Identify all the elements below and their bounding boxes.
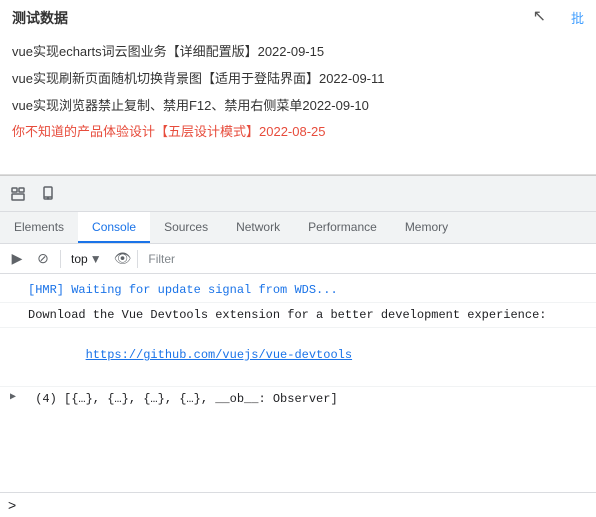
console-filter-input[interactable] (148, 252, 590, 266)
eye-icon[interactable]: 👁 (114, 250, 132, 267)
devtools-tabs: Elements Console Sources Network Perform… (0, 212, 596, 244)
tab-memory[interactable]: Memory (391, 212, 462, 243)
dropdown-arrow-icon: ▼ (90, 252, 102, 266)
list-item[interactable]: vue实现刷新页面随机切换背景图【适用于登陆界面】2022-09-11 (12, 69, 584, 90)
article-link-1[interactable]: vue实现echarts词云图业务【详细配置版】2022-09-15 (12, 44, 324, 59)
expand-arrow-icon: ▶ (10, 390, 16, 405)
article-link-2[interactable]: vue实现刷新页面随机切换背景图【适用于登陆界面】2022-09-11 (12, 71, 385, 86)
console-area: ▶ ⊘ top ▼ 👁 [HMR] Waiting for update sig… (0, 244, 596, 517)
batch-link[interactable]: 批 (571, 8, 584, 27)
tab-elements[interactable]: Elements (0, 212, 78, 243)
devtools-toolbar (0, 176, 596, 212)
console-chevron-icon: > (8, 497, 16, 513)
console-message-2: Download the Vue Devtools extension for … (0, 303, 596, 328)
console-play-button[interactable]: ▶ (6, 248, 28, 270)
console-context-selector[interactable]: top ▼ (67, 250, 106, 268)
page-title: 测试数据 (0, 0, 596, 36)
article-list: vue实现echarts词云图业务【详细配置版】2022-09-15 vue实现… (0, 36, 596, 155)
context-label: top (71, 252, 88, 266)
console-message-expandable[interactable]: ▶ (4) [{…}, {…}, {…}, {…}, __ob__: Obser… (0, 387, 596, 411)
tab-performance[interactable]: Performance (294, 212, 391, 243)
page-area: 测试数据 ↖ 批 vue实现echarts词云图业务【详细配置版】2022-09… (0, 0, 596, 175)
list-item[interactable]: vue实现浏览器禁止复制、禁用F12、禁用右侧菜单2022-09-10 (12, 96, 584, 117)
console-filter-bar: ▶ ⊘ top ▼ 👁 (0, 244, 596, 274)
console-prompt: > (0, 492, 596, 517)
inspect-element-button[interactable] (4, 180, 32, 208)
tab-network[interactable]: Network (222, 212, 294, 243)
divider (137, 250, 138, 268)
article-link-3[interactable]: vue实现浏览器禁止复制、禁用F12、禁用右侧菜单2022-09-10 (12, 98, 369, 113)
console-ban-button[interactable]: ⊘ (32, 248, 54, 270)
tab-console[interactable]: Console (78, 212, 150, 243)
divider (60, 250, 61, 268)
list-item[interactable]: vue实现echarts词云图业务【详细配置版】2022-09-15 (12, 42, 584, 63)
console-input[interactable] (22, 498, 588, 512)
list-item[interactable]: 你不知道的产品体验设计【五层设计模式】2022-08-25 (12, 122, 584, 143)
console-messages: [HMR] Waiting for update signal from WDS… (0, 274, 596, 492)
devtools-panel: Elements Console Sources Network Perform… (0, 175, 596, 517)
expandable-text: (4) [{…}, {…}, {…}, {…}, __ob__: Observe… (28, 392, 338, 406)
device-toggle-button[interactable] (34, 180, 62, 208)
article-link-4[interactable]: 你不知道的产品体验设计【五层设计模式】2022-08-25 (12, 124, 326, 139)
console-message-link: https://github.com/vuejs/vue-devtools (0, 328, 596, 387)
vue-devtools-link[interactable]: https://github.com/vuejs/vue-devtools (86, 348, 352, 362)
console-message-1: [HMR] Waiting for update signal from WDS… (0, 278, 596, 303)
cursor-icon: ↖ (533, 6, 546, 26)
tab-sources[interactable]: Sources (150, 212, 222, 243)
